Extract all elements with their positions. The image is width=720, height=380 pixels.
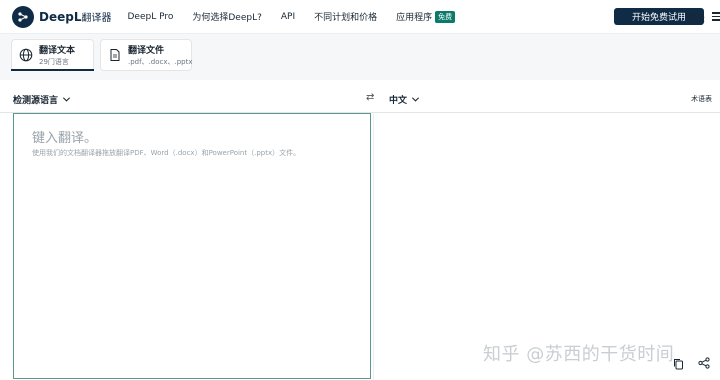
deepl-logo[interactable]: DeepL翻译器 — [12, 5, 111, 28]
nav-item-why-deepl[interactable]: 为何选择DeepL? — [192, 10, 262, 23]
source-language-select[interactable]: 检测源语言 — [13, 93, 71, 106]
brand-sub-label: 翻译器 — [81, 13, 112, 24]
copy-icon[interactable] — [673, 358, 684, 370]
nav-item-deepl-pro[interactable]: DeepL Pro — [127, 12, 173, 22]
language-bar: 检测源语言 ⇄ 中文 术语表 — [0, 84, 720, 113]
watermark: 知乎 @苏西的干货时间 — [483, 344, 675, 365]
brand-label: DeepL — [39, 10, 82, 24]
tab-translate-file-title: 翻译文件 — [128, 46, 165, 56]
tab-translate-file[interactable]: 翻译文件 .pdf、.docx、.pptx — [100, 39, 193, 71]
share-icon[interactable] — [698, 357, 710, 369]
top-navigation-bar: DeepL翻译器 DeepL Pro 为何选择DeepL? API 不同计划和价… — [0, 0, 720, 34]
swap-languages-icon[interactable]: ⇄ — [366, 92, 374, 103]
tab-translate-text[interactable]: 翻译文本 29门语言 — [11, 39, 94, 71]
target-language-select[interactable]: 中文 — [389, 93, 420, 106]
globe-icon — [19, 48, 33, 62]
nav-item-apps-label: 应用程序 — [396, 13, 433, 23]
nav-item-api[interactable]: API — [281, 12, 295, 22]
hamburger-menu-icon[interactable] — [712, 10, 720, 22]
nav-item-pricing[interactable]: 不同计划和价格 — [314, 10, 377, 23]
document-icon — [110, 49, 120, 61]
chevron-down-icon — [411, 97, 420, 102]
target-language-label: 中文 — [389, 96, 408, 106]
glossary-button[interactable]: 术语表 — [691, 94, 712, 104]
tab-translate-text-title: 翻译文本 — [39, 46, 76, 56]
active-tab-indicator — [11, 69, 94, 71]
source-placeholder: 键入翻译。 — [32, 131, 98, 146]
main-nav: DeepL Pro 为何选择DeepL? API 不同计划和价格 应用程序 免费 — [127, 10, 474, 23]
source-text-input[interactable]: 键入翻译。 使用我们的文档翻译器拖放翻译PDF、Word（.docx）和Powe… — [13, 113, 371, 379]
document-drop-hint: 使用我们的文档翻译器拖放翻译PDF、Word（.docx）和PowerPoint… — [32, 149, 301, 157]
brand-name: DeepL翻译器 — [39, 9, 111, 24]
deepl-logo-icon — [12, 5, 34, 28]
nav-item-apps[interactable]: 应用程序 免费 — [396, 10, 456, 23]
translation-mode-bar: 翻译文本 29门语言 翻译文件 .pdf、.docx、.pptx — [0, 34, 720, 80]
login-link[interactable]: 登录 — [687, 11, 705, 24]
tab-translate-text-subtitle: 29门语言 — [39, 58, 69, 66]
tab-translate-file-subtitle: .pdf、.docx、.pptx — [128, 58, 193, 66]
free-badge: 免费 — [435, 11, 456, 23]
chevron-down-icon — [62, 97, 71, 102]
source-language-label: 检测源语言 — [13, 96, 59, 106]
